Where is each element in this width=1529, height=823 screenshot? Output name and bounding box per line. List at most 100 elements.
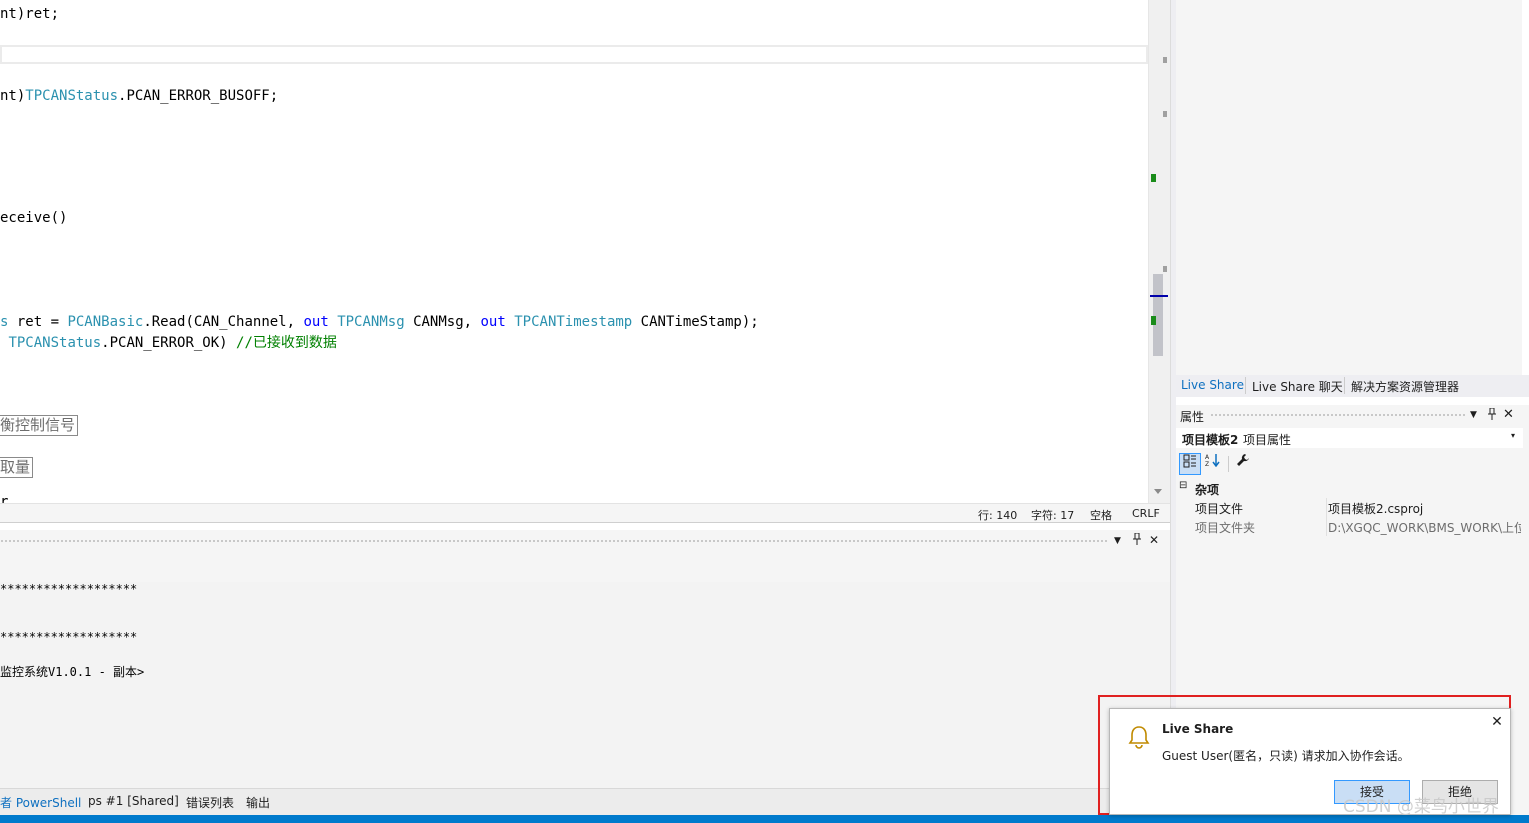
properties-title: 属性 [1180,410,1205,424]
editor-vertical-scrollbar[interactable] [1148,0,1170,503]
code-line[interactable]: eceive() [0,210,67,226]
code-token: CANTimeStamp); [632,314,759,330]
tab-powershell[interactable]: 者 PowerShell [0,794,81,811]
line-indicator[interactable]: 行: 140 [978,507,1017,523]
current-line-highlight [0,45,1148,64]
category-row[interactable]: ⊟ 杂项 [1176,479,1523,498]
object-name: 项目模板2 [1182,433,1239,447]
bell-icon [1128,725,1150,749]
notification-message: Guest User(匿名，只读) 请求加入协作会话。 [1162,749,1410,763]
divider [0,522,1170,523]
code-token: TPCANStatus [8,335,102,351]
property-pages-wrench-icon[interactable] [1232,453,1254,475]
categorized-icon[interactable] [1179,453,1201,475]
code-token: eceive() [0,210,68,226]
close-icon[interactable]: ✕ [1489,714,1505,730]
code-token: ret = [8,314,68,330]
scroll-marker [1163,57,1167,63]
notification-title: Live Share [1162,722,1234,736]
code-line[interactable]: TPCANStatus.PCAN_ERROR_OK) //已接收到数据 [0,335,337,351]
property-row[interactable]: 项目文件 项目模板2.csproj [1176,498,1523,517]
scroll-marker [1163,266,1167,272]
tab-solution-explorer[interactable]: 解决方案资源管理器 [1351,378,1459,395]
property-value: 项目模板2.csproj [1328,502,1424,516]
property-row[interactable]: 项目文件夹 D:\XGQC_WORK\BMS_WORK\上位 [1176,517,1523,536]
change-marker [1151,174,1156,182]
tab-ps-shared[interactable]: ps #1 [Shared] [88,794,179,808]
properties-toolbar: AZ [1176,451,1529,477]
change-marker [1151,316,1156,325]
code-token: .PCAN_ERROR_OK) [101,335,237,351]
terminal-output[interactable]: ******************* ******************* … [0,582,1170,788]
collapsed-region[interactable]: 衡控制信号 [0,415,79,436]
dropdown-arrow-icon[interactable]: ▼ [1114,536,1121,546]
terminal-line: ******************* [0,630,138,644]
object-type: 项目属性 [1243,433,1292,447]
collapsed-region[interactable]: 取量 [0,457,34,478]
code-editor[interactable]: nt)ret; nt)TPCANStatus.PCAN_ERROR_BUSOFF… [0,0,1148,503]
code-token: TPCANMsg [337,314,405,330]
drag-grip[interactable] [0,539,1108,544]
drag-grip[interactable] [1210,413,1466,418]
pin-icon[interactable] [1132,532,1142,548]
code-token: TPCANTimestamp [514,314,633,330]
category-label: 杂项 [1195,483,1220,497]
scroll-down-icon[interactable] [1154,489,1162,494]
tab-error-list[interactable]: 错误列表 [186,794,234,811]
code-token: PCANBasic [67,314,144,330]
code-token: out [480,314,506,330]
code-token: //已接收到数据 [236,335,337,351]
terminal-tool-window: ▼ ✕ ******************* ****************… [0,530,1170,815]
property-value: D:\XGQC_WORK\BMS_WORK\上位 [1328,521,1521,535]
eol-indicator[interactable]: CRLF [1132,507,1160,520]
tab-live-share[interactable]: Live Share [1181,378,1244,392]
char-indicator[interactable]: 字符: 17 [1031,507,1074,523]
svg-text:A: A [1205,454,1210,461]
close-icon[interactable]: ✕ [1503,407,1514,422]
caret-position-marker [1150,295,1168,297]
chevron-down-icon[interactable]: ▾ [1511,431,1515,440]
code-token: .Read(CAN_Channel, [143,314,304,330]
tab-output[interactable]: 输出 [246,794,270,811]
tool-window-header: ▼ ✕ [0,530,1170,552]
live-share-panel [1176,0,1529,375]
code-token: .PCAN_ERROR_BUSOFF; [118,88,279,104]
terminal-prompt: 监控系统V1.0.1 - 副本> [0,665,145,679]
code-token: CANMsg, [404,314,481,330]
close-icon[interactable]: ✕ [1149,533,1159,547]
sort-alphabetical-icon[interactable]: AZ [1202,453,1224,475]
svg-text:Z: Z [1205,461,1209,467]
code-token: nt)ret; [0,6,60,22]
divider [1245,377,1246,394]
dropdown-arrow-icon[interactable]: ▼ [1470,410,1477,420]
code-line[interactable]: s ret = PCANBasic.Read(CAN_Channel, out … [0,314,759,330]
editor-status-strip: 行: 140 字符: 17 空格 CRLF [0,503,1170,523]
pin-icon[interactable] [1487,407,1497,423]
watermark: CSDN @菜鸟小世界 [1343,797,1499,817]
divider [1326,517,1327,536]
divider [1326,498,1327,517]
terminal-line: ******************* [0,582,138,596]
property-name: 项目文件夹 [1195,521,1256,535]
property-name: 项目文件 [1195,502,1244,516]
bottom-tab-strip: 者 PowerShell ps #1 [Shared] 错误列表 输出 [0,788,1170,815]
divider [1344,377,1345,394]
code-token: out [303,314,329,330]
code-line-partial: r . . . [0,494,76,503]
properties-header: 属性 ▼ ✕ [1176,405,1529,425]
code-line[interactable]: nt)ret; [0,6,59,22]
tab-live-share-chat[interactable]: Live Share 聊天 [1252,378,1343,395]
code-line[interactable]: nt)TPCANStatus.PCAN_ERROR_BUSOFF; [0,88,278,104]
status-bar [0,815,1529,823]
collapse-icon[interactable]: ⊟ [1179,480,1187,491]
code-token: TPCANStatus [25,88,119,104]
right-tab-strip: Live Share Live Share 聊天 解决方案资源管理器 [1176,375,1529,397]
object-selector[interactable]: 项目模板2 项目属性 ▾ [1176,428,1523,448]
scrollbar-thumb[interactable] [1153,274,1163,356]
scroll-marker [1163,111,1167,117]
code-token: nt) [0,88,26,104]
indent-indicator[interactable]: 空格 [1090,507,1112,523]
divider [1228,456,1229,472]
